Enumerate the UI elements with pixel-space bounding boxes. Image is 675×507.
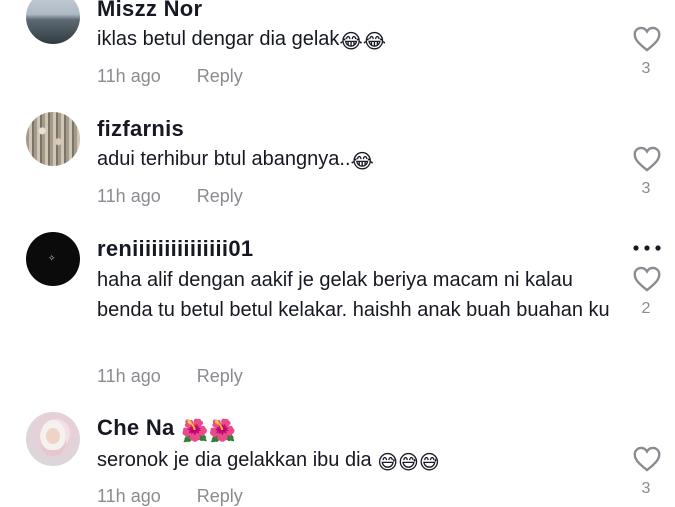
like-count: 3 [641,60,651,77]
reply-button[interactable]: Reply [197,66,243,86]
avatar-face [46,428,60,444]
like-count: 2 [641,300,651,317]
comment-time: 11h ago [97,66,161,86]
more-options-icon[interactable] [632,244,662,252]
comment-emoji: 😂😂 [339,31,387,53]
comment-time: 11h ago [97,486,161,506]
reply-button[interactable]: Reply [197,186,243,206]
comment-text-body: adui terhibur btul abangnya.. [97,148,351,170]
heart-outline-icon[interactable] [633,446,661,472]
like-count: 3 [641,180,651,197]
comment-text: seronok je dia gelakkan ibu dia 😅😅😅 [97,445,617,478]
comment-username[interactable]: reniiiiiiiiiiiiiii01 [97,236,253,262]
avatar[interactable]: ✧ [26,232,80,286]
comment-meta: 11h ago Reply [97,186,243,207]
comment-username[interactable]: fizfarnis [97,116,184,142]
avatar-logo-icon: ✧ [48,254,56,264]
like-count: 3 [641,480,651,497]
heart-outline-icon[interactable] [633,26,661,52]
avatar[interactable] [26,412,80,466]
avatar[interactable] [26,0,80,44]
comment-emoji: 😅😅😅 [377,452,440,474]
username-emoji: 🌺🌺 [181,418,237,443]
avatar[interactable] [26,112,80,166]
comment-time: 11h ago [97,186,161,206]
comment-text: haha alif dengan aakif je gelak beriya m… [97,265,617,325]
comment-text-body: iklas betul dengar dia gelak [97,28,340,50]
comment-meta: 11h ago Reply [97,366,243,387]
comment-time: 11h ago [97,366,161,386]
comment-text-body: haha alif dengan aakif je gelak beriya m… [97,269,610,321]
comment-username[interactable]: Che Na 🌺🌺 [97,415,236,444]
comment-text-body: seronok je dia gelakkan ibu dia [97,449,378,471]
comment-username-text: Che Na [97,415,175,440]
comment-text: adui terhibur btul abangnya..😂 [97,144,617,177]
comment-username[interactable]: Miszz Nor [97,0,202,22]
reply-button[interactable]: Reply [197,366,243,386]
heart-outline-icon[interactable] [633,266,661,292]
heart-outline-icon[interactable] [633,146,661,172]
comment-text: iklas betul dengar dia gelak😂😂 [97,24,617,57]
reply-button[interactable]: Reply [197,486,243,506]
comment-meta: 11h ago Reply [97,66,243,87]
comment-emoji: 😂 [350,151,374,173]
